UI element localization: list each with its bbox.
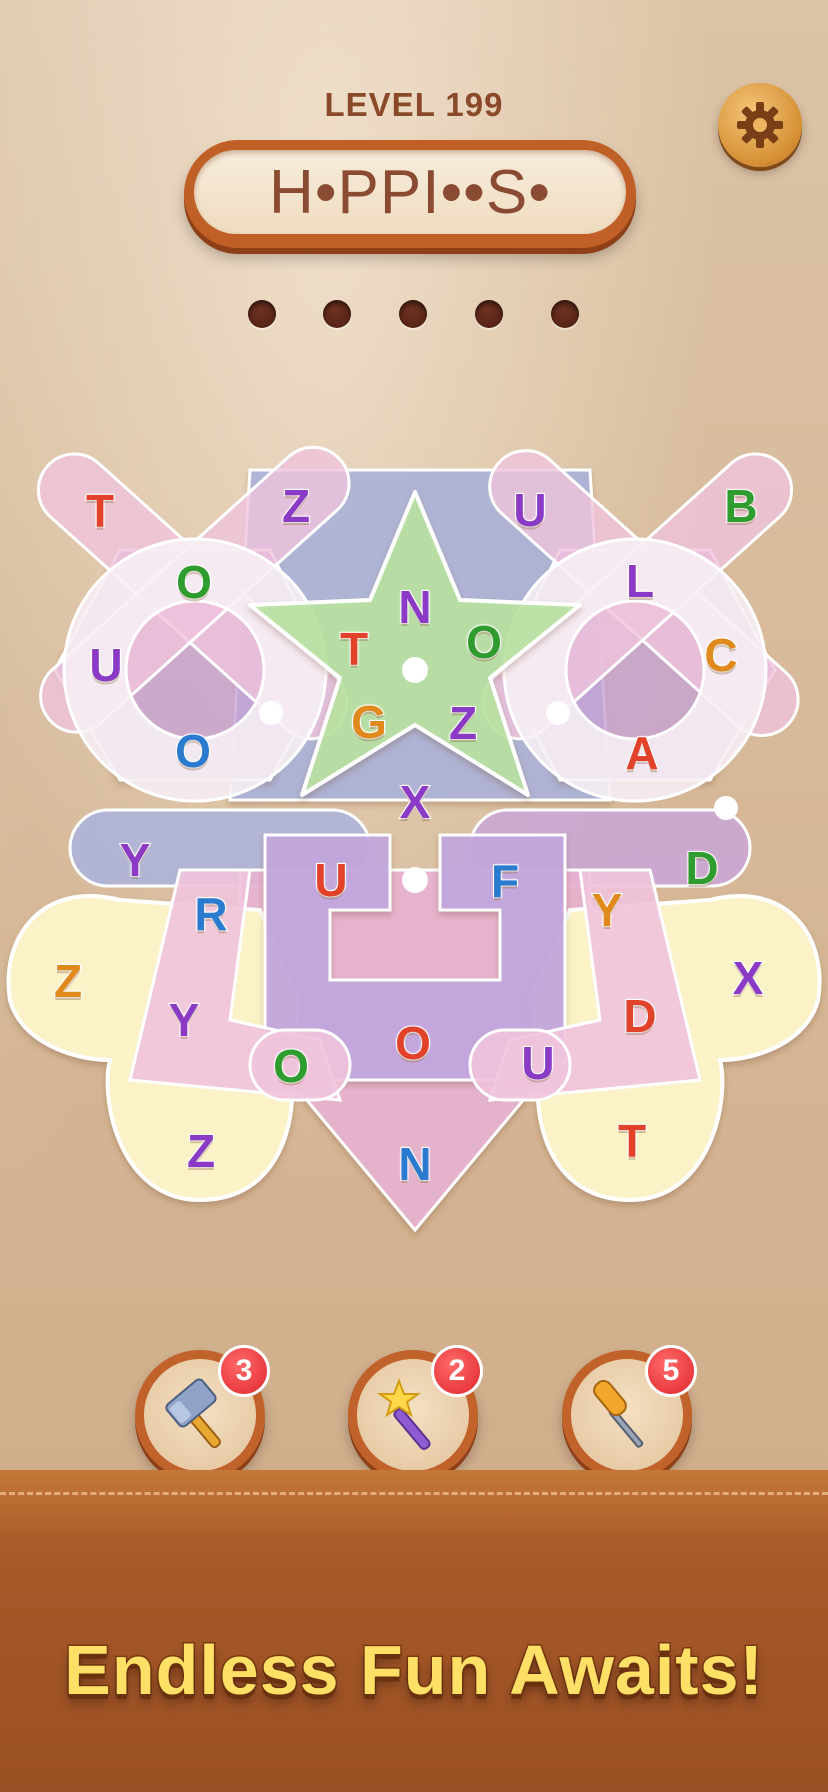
letter-tile[interactable]: Z (268, 478, 324, 534)
letter-tile[interactable]: D (612, 988, 668, 1044)
count-badge: 5 (645, 1345, 697, 1397)
letter-tile[interactable]: U (78, 637, 134, 693)
letter-tile[interactable]: N (387, 1136, 443, 1192)
letter-tile[interactable]: Y (156, 992, 212, 1048)
letter-tile[interactable]: Y (579, 882, 635, 938)
letter-tile[interactable]: T (326, 621, 382, 677)
answer-slots (0, 300, 828, 330)
letter-tile[interactable]: U (510, 1035, 566, 1091)
magic-wand-booster[interactable]: 2 (348, 1345, 483, 1480)
letter-tile[interactable]: U (303, 852, 359, 908)
letter-tile[interactable]: R (183, 886, 239, 942)
letter-tile[interactable]: N (387, 579, 443, 635)
answer-slot (399, 300, 427, 328)
hammer-booster[interactable]: 3 (135, 1345, 270, 1480)
answer-slot (475, 300, 503, 328)
leather-edge (0, 1470, 828, 1530)
letter-tile[interactable]: B (713, 478, 769, 534)
word-pattern: H•PPI••S• (194, 150, 626, 234)
letter-tile[interactable]: Z (435, 695, 491, 751)
letter-tile[interactable]: T (72, 483, 128, 539)
letter-tile[interactable]: G (341, 694, 397, 750)
answer-slot (551, 300, 579, 328)
letter-tile[interactable]: U (502, 482, 558, 538)
letter-tile[interactable]: O (456, 614, 512, 670)
letter-tile[interactable]: C (693, 627, 749, 683)
answer-slot (323, 300, 351, 328)
letter-tile[interactable]: T (604, 1113, 660, 1169)
letter-tile[interactable]: Z (40, 953, 96, 1009)
letter-tile[interactable]: Z (173, 1123, 229, 1179)
letter-tile[interactable]: L (612, 553, 668, 609)
screwdriver-booster[interactable]: 5 (562, 1345, 697, 1480)
word-panel: H•PPI••S• (184, 140, 636, 248)
gear-icon (737, 102, 783, 148)
letter-tile[interactable]: X (387, 774, 443, 830)
stitching (0, 1492, 828, 1495)
letter-tile[interactable]: O (263, 1038, 319, 1094)
puzzle-board: T Z U B O N L U T O C O G Z A X Y U F D … (0, 440, 828, 1240)
letter-tile[interactable]: F (477, 853, 533, 909)
letter-tile[interactable]: O (385, 1015, 441, 1071)
count-badge: 2 (431, 1345, 483, 1397)
settings-button[interactable] (718, 83, 802, 167)
header: LEVEL 199 H•PPI••S• (0, 0, 828, 360)
level-label: LEVEL 199 (324, 86, 504, 123)
letter-tile[interactable]: D (674, 840, 730, 896)
letter-tile[interactable]: O (166, 554, 222, 610)
answer-slot (248, 300, 276, 328)
tagline: Endless Fun Awaits! (63, 1630, 765, 1711)
letter-tile[interactable]: Y (107, 832, 163, 888)
count-badge: 3 (218, 1345, 270, 1397)
letter-tile[interactable]: A (614, 725, 670, 781)
letter-tile[interactable]: X (720, 950, 776, 1006)
letter-tile[interactable]: O (165, 723, 221, 779)
